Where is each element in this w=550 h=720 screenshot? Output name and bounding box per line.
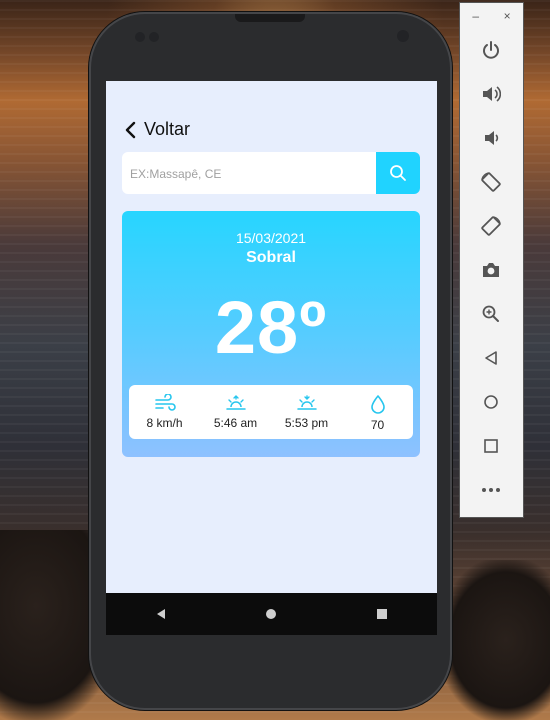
screenshot-button[interactable] <box>478 257 504 283</box>
back-button-emulator[interactable] <box>478 345 504 371</box>
volume-down-button[interactable] <box>478 125 504 151</box>
home-circle-icon <box>266 609 277 619</box>
temperature-value: 28º <box>214 286 328 369</box>
humidity-value: 70 <box>370 418 385 432</box>
back-label: Voltar <box>144 119 191 139</box>
camera-icon <box>483 263 499 277</box>
rotate-right-icon <box>481 216 501 236</box>
wind-icon <box>154 394 176 411</box>
stat-wind: 8 km/h <box>130 385 200 439</box>
android-nav-bar <box>106 593 437 635</box>
nav-overview-button[interactable] <box>375 607 389 621</box>
volume-up-button[interactable] <box>478 81 504 107</box>
weather-stats: 8 km/h 5:46 am 5:53 pm 70 <box>129 385 413 439</box>
weather-city: Sobral <box>246 249 296 266</box>
stat-sunset: 5:53 pm <box>272 385 342 439</box>
volume-up-icon <box>483 86 501 102</box>
phone-speaker <box>235 14 305 22</box>
home-button-emulator[interactable] <box>478 389 504 415</box>
nav-back-button[interactable] <box>154 607 168 621</box>
overview-icon <box>484 439 498 453</box>
volume-down-icon <box>485 131 499 145</box>
power-icon <box>483 41 499 59</box>
sunrise-icon <box>225 395 246 410</box>
wind-speed: 8 km/h <box>146 416 183 430</box>
search-bar <box>122 152 420 194</box>
window-controls: – × <box>460 9 523 23</box>
minimize-button[interactable]: – <box>472 9 479 23</box>
overview-button-emulator[interactable] <box>478 433 504 459</box>
rotate-right-button[interactable] <box>478 213 504 239</box>
sunset-time: 5:53 pm <box>284 416 329 430</box>
back-triangle-icon <box>157 609 166 619</box>
search-button[interactable] <box>376 152 420 194</box>
front-camera <box>397 30 409 42</box>
search-icon <box>390 165 406 181</box>
more-icon <box>482 488 500 492</box>
humidity-icon <box>370 395 385 414</box>
phone-sensor <box>149 32 159 42</box>
emulator-toolbar: – × <box>459 2 524 518</box>
stat-humidity: 70 <box>343 385 413 439</box>
nav-home-button[interactable] <box>264 607 278 621</box>
city-search-input[interactable] <box>128 152 372 194</box>
phone-sensor <box>135 32 145 42</box>
sunset-icon <box>296 395 317 410</box>
phone-frame: Voltar 15/03/2021 Sobral 28º <box>89 12 452 710</box>
app-screen: Voltar 15/03/2021 Sobral 28º <box>106 81 437 634</box>
close-button[interactable]: × <box>504 9 511 23</box>
back-icon <box>485 351 497 365</box>
power-button[interactable] <box>478 37 504 63</box>
chevron-left-icon <box>125 121 136 138</box>
zoom-icon <box>482 305 499 322</box>
rotate-left-icon <box>481 172 501 192</box>
home-icon <box>484 395 498 409</box>
zoom-button[interactable] <box>478 301 504 327</box>
sunrise-time: 5:46 am <box>213 416 258 430</box>
weather-card: 15/03/2021 Sobral 28º 8 km/h 5:46 am 5:5… <box>122 211 420 457</box>
back-button[interactable]: Voltar <box>124 119 190 140</box>
weather-date: 15/03/2021 <box>235 230 307 246</box>
background-rocks-right <box>440 560 550 720</box>
overview-square-icon <box>376 609 387 619</box>
stat-sunrise: 5:46 am <box>201 385 271 439</box>
more-button[interactable] <box>478 477 504 503</box>
rotate-left-button[interactable] <box>478 169 504 195</box>
